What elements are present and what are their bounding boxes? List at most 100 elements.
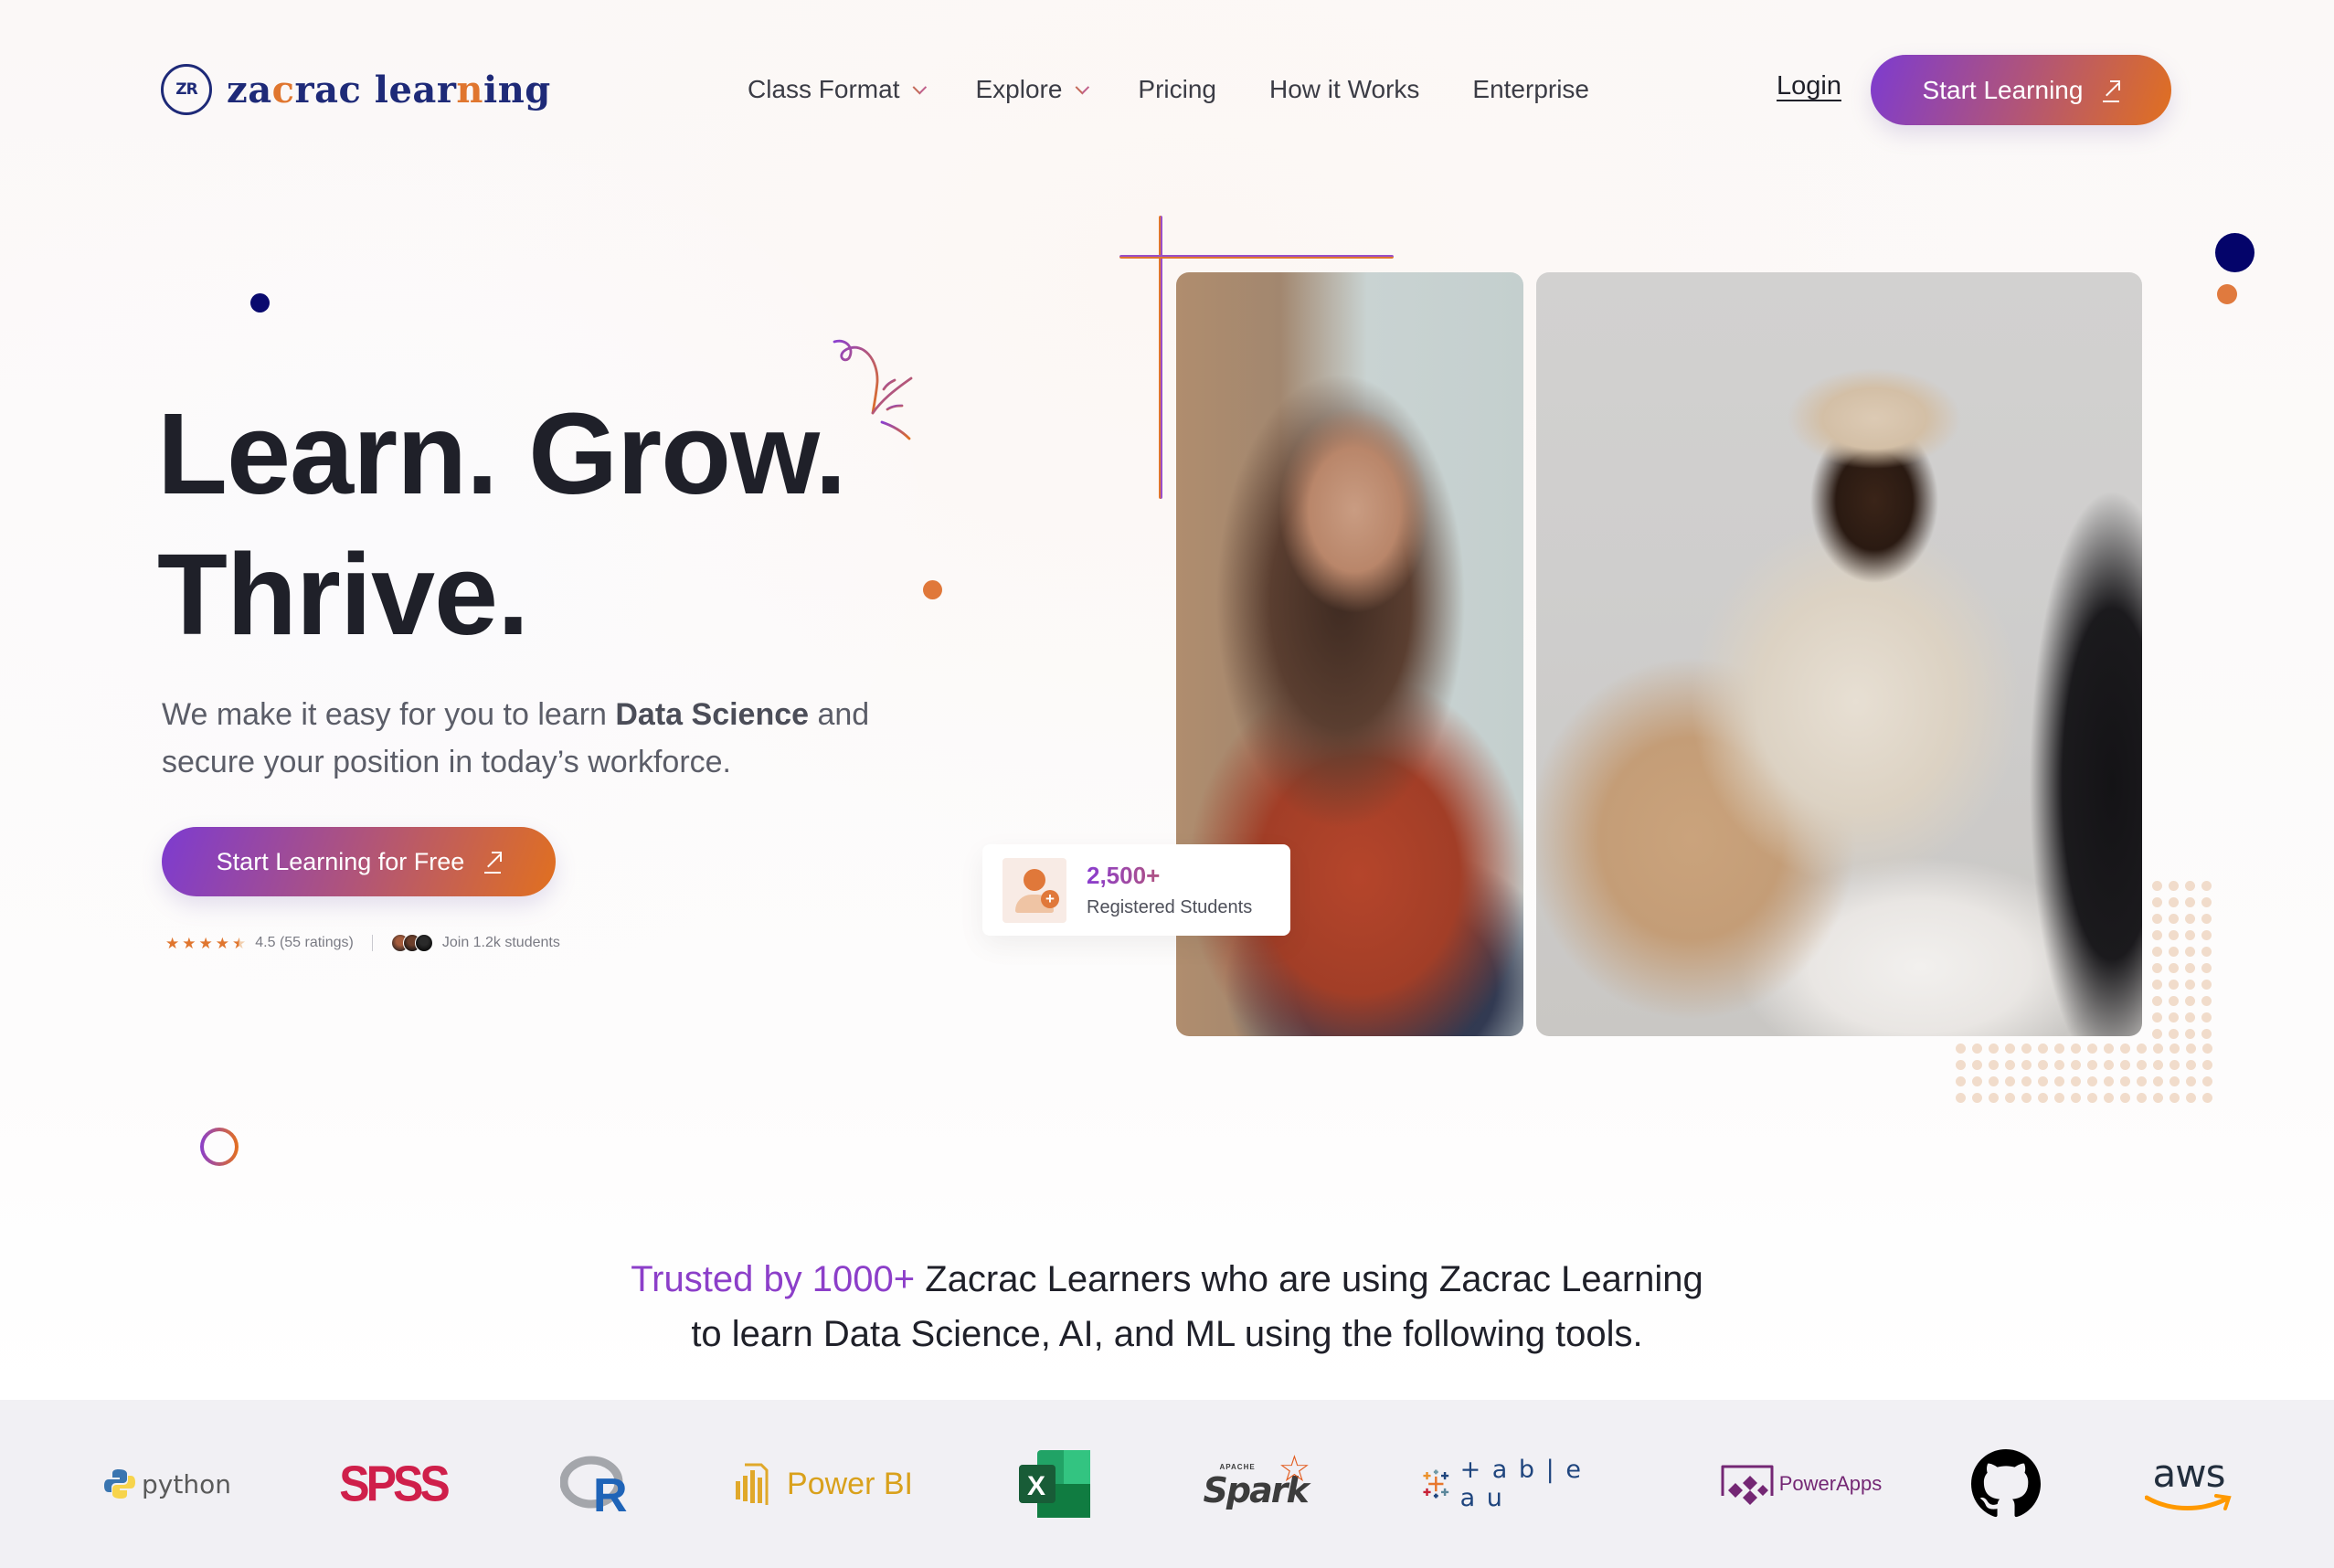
decor-dot bbox=[2184, 962, 2195, 973]
decor-dot bbox=[1971, 1092, 1982, 1103]
tableau-icon bbox=[1423, 1469, 1449, 1499]
decor-dot bbox=[2086, 1092, 2097, 1103]
decor-dot bbox=[1988, 1059, 1999, 1070]
brand-name-part: za bbox=[227, 68, 272, 111]
star-icon: ★ bbox=[215, 934, 229, 952]
star-half-icon: ★ bbox=[232, 934, 247, 952]
trusted-highlight: Trusted by 1000+ bbox=[631, 1259, 916, 1299]
student-avatars bbox=[390, 934, 433, 952]
decor-dot bbox=[2119, 1059, 2130, 1070]
nav-item-explore[interactable]: Explore bbox=[975, 75, 1090, 104]
decor-dot bbox=[2136, 1059, 2147, 1070]
tool-logo-power-bi: Power BI bbox=[731, 1400, 914, 1568]
decor-dot bbox=[2136, 1043, 2147, 1054]
decor-dot bbox=[2201, 929, 2212, 940]
tool-logo-r: R bbox=[557, 1400, 631, 1568]
decor-dot bbox=[2119, 1092, 2130, 1103]
tool-logo-aws: aws bbox=[2143, 1400, 2234, 1568]
nav-item-enterprise[interactable]: Enterprise bbox=[1472, 75, 1589, 104]
github-icon bbox=[1971, 1449, 2041, 1518]
star-icon: ★ bbox=[182, 934, 196, 952]
decor-dot bbox=[2185, 1059, 2196, 1070]
hero-title-line: Learn. Grow. bbox=[157, 389, 846, 518]
tool-logo-github bbox=[1969, 1400, 2042, 1568]
decor-dot bbox=[2004, 1092, 2015, 1103]
decor-dot bbox=[2201, 1092, 2212, 1103]
decor-dot bbox=[2103, 1075, 2114, 1086]
decor-dot bbox=[2103, 1092, 2114, 1103]
nav-item-class-format[interactable]: Class Format bbox=[748, 75, 928, 104]
trusted-text: Zacrac Learners who are using Zacrac Lea… bbox=[915, 1259, 1703, 1299]
start-learning-button[interactable]: Start Learning bbox=[1871, 55, 2171, 125]
main-nav: Class Format Explore Pricing How it Work… bbox=[748, 71, 1589, 108]
r-icon: R bbox=[560, 1456, 628, 1513]
decor-dot bbox=[2184, 929, 2195, 940]
tool-logo-spss: SPSS bbox=[329, 1400, 457, 1568]
decor-dot bbox=[1955, 1075, 1966, 1086]
add-user-icon: + bbox=[1003, 857, 1066, 923]
logo-mark-icon: ZR bbox=[161, 64, 212, 115]
nav-item-label: Explore bbox=[975, 75, 1063, 103]
decor-dot bbox=[2151, 896, 2162, 907]
decor-dot bbox=[2201, 962, 2212, 973]
excel-icon: X bbox=[1019, 1450, 1090, 1518]
brand-name-part: ing bbox=[483, 68, 551, 111]
decor-dot bbox=[1955, 1059, 1966, 1070]
tool-logo-python: python bbox=[99, 1400, 236, 1568]
nav-item-how-it-works[interactable]: How it Works bbox=[1269, 75, 1419, 104]
login-link[interactable]: Login bbox=[1777, 71, 1841, 101]
decor-dot bbox=[2184, 1028, 2195, 1039]
decor-dot bbox=[2184, 979, 2195, 990]
decor-dot bbox=[2201, 913, 2212, 924]
decor-dot bbox=[2184, 995, 2195, 1006]
decor-dot bbox=[2184, 1012, 2195, 1022]
decor-dot bbox=[2037, 1059, 2048, 1070]
rating-text: 4.5 (55 ratings) bbox=[255, 935, 354, 950]
decor-dot bbox=[2168, 929, 2179, 940]
decor-line-horizontal bbox=[1119, 255, 1394, 259]
stat-value: 2,500+ bbox=[1087, 862, 1252, 890]
tool-label: + a b | e a u bbox=[1459, 1456, 1583, 1512]
decor-dot bbox=[2070, 1075, 2081, 1086]
decor-dot bbox=[2169, 1043, 2180, 1054]
decor-dot bbox=[2169, 1092, 2180, 1103]
rating-stars: ★ ★ ★ ★ ★ bbox=[165, 936, 246, 951]
decor-dot bbox=[2086, 1059, 2097, 1070]
decor-dot bbox=[2103, 1043, 2114, 1054]
start-learning-label: Start Learning bbox=[1922, 75, 2084, 104]
hero-subtitle-bold: Data Science bbox=[615, 697, 810, 732]
aws-smile-icon bbox=[2145, 1494, 2232, 1510]
decor-dot bbox=[1955, 1092, 1966, 1103]
decor-dot bbox=[2152, 1059, 2163, 1070]
tool-logo-tableau: + a b | e a u bbox=[1421, 1400, 1604, 1568]
decor-dot bbox=[2086, 1075, 2097, 1086]
decor-dot bbox=[2168, 979, 2179, 990]
start-learning-free-button[interactable]: Start Learning for Free bbox=[162, 827, 556, 896]
tool-label: X bbox=[1027, 1471, 1045, 1501]
hero-subtitle: We make it easy for you to learn Data Sc… bbox=[162, 691, 893, 786]
decor-dot bbox=[2053, 1043, 2064, 1054]
stat-label: Registered Students bbox=[1087, 897, 1253, 917]
decor-dot bbox=[2201, 1075, 2212, 1086]
decor-dot bbox=[1971, 1043, 1982, 1054]
brand-logo[interactable]: ZR zacrac learning bbox=[161, 64, 551, 115]
decor-dot bbox=[2168, 946, 2179, 957]
power-bi-icon bbox=[736, 1463, 769, 1505]
social-proof: ★ ★ ★ ★ ★ 4.5 (55 ratings) Join 1.2k stu… bbox=[165, 934, 560, 952]
decor-dot-navy-large bbox=[2215, 233, 2254, 272]
decor-dot bbox=[2168, 880, 2179, 891]
chevron-down-icon bbox=[913, 79, 928, 94]
decor-dot bbox=[2136, 1092, 2147, 1103]
nav-item-pricing[interactable]: Pricing bbox=[1138, 75, 1216, 104]
decor-dot bbox=[1971, 1075, 1982, 1086]
decor-dot bbox=[1988, 1092, 1999, 1103]
hero-subtitle-text: We make it easy for you to learn bbox=[162, 697, 616, 732]
brand-name-accent: n bbox=[456, 68, 484, 111]
decor-dot bbox=[1988, 1043, 1999, 1054]
decor-dot-orange-small bbox=[2217, 284, 2237, 304]
trusted-text: to learn Data Science, AI, and ML using … bbox=[691, 1314, 1643, 1354]
decor-dot bbox=[2168, 1028, 2179, 1039]
decor-dot bbox=[2201, 979, 2212, 990]
decor-ring bbox=[200, 1128, 239, 1166]
decor-dot bbox=[2086, 1043, 2097, 1054]
